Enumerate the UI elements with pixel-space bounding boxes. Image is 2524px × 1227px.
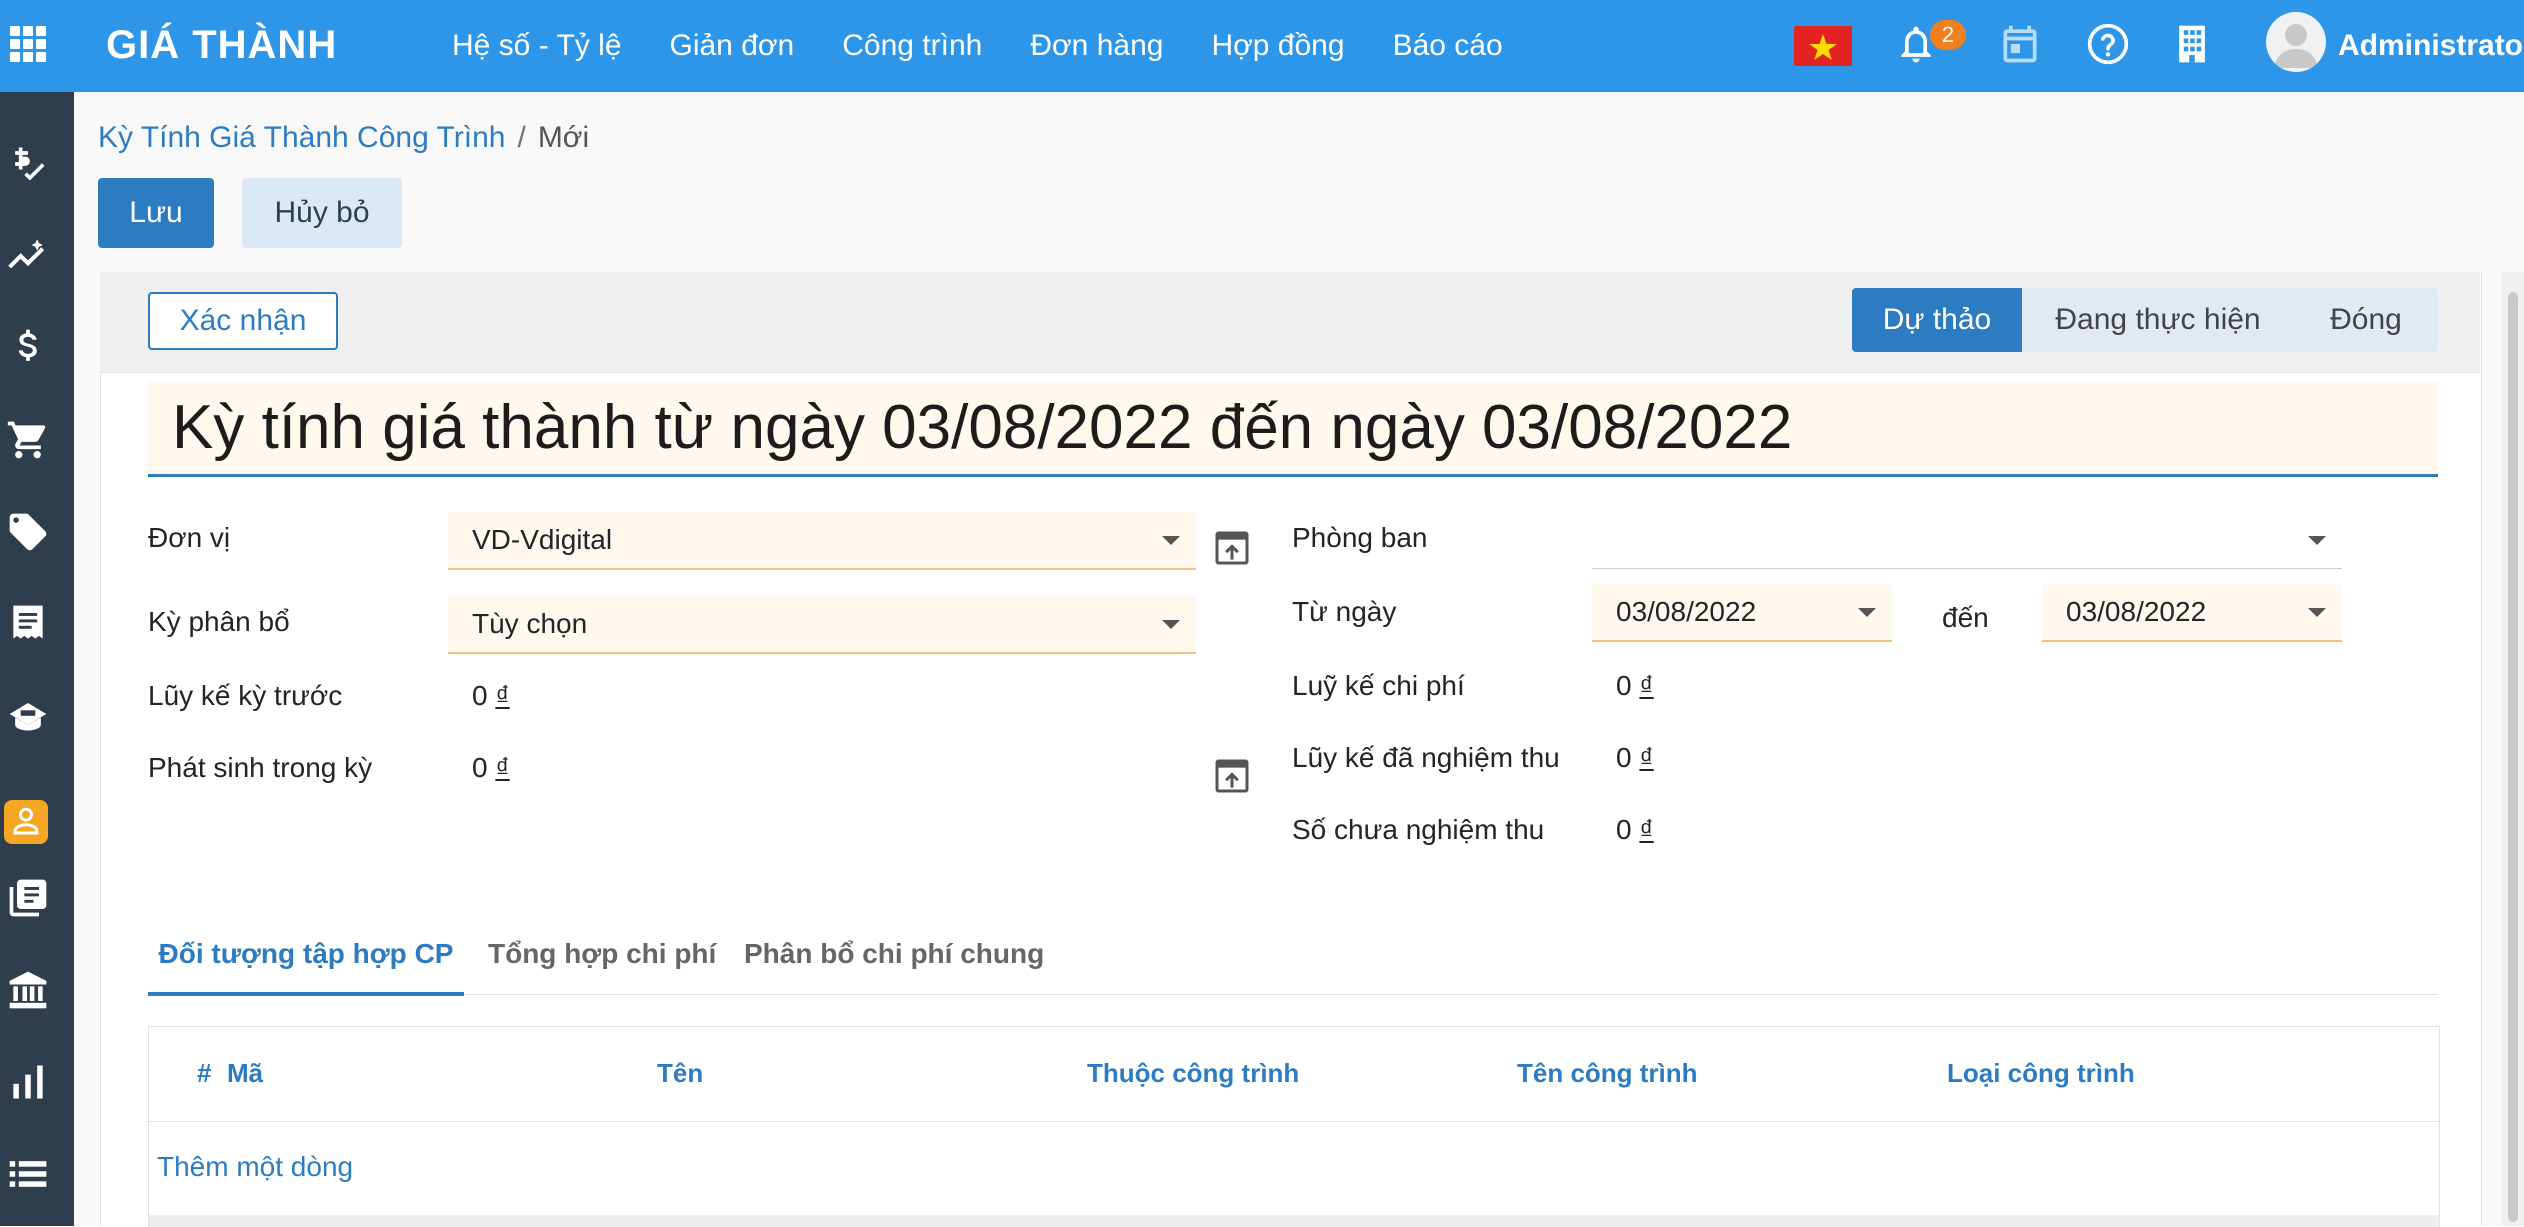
accepted-cumulative-value: 0 ₫ (1616, 738, 1654, 778)
top-navbar: GIÁ THÀNH Hệ số - Tỷ lệ Giản đơn Công tr… (0, 0, 2524, 92)
tag-icon[interactable] (6, 510, 50, 554)
currency-symbol: ₫ (1639, 742, 1654, 773)
not-accepted-amount: 0 (1616, 814, 1632, 845)
costing-icon[interactable] (4, 800, 48, 844)
book-icon[interactable] (6, 876, 50, 920)
cart-icon[interactable] (6, 418, 50, 462)
payroll-icon[interactable] (6, 692, 50, 736)
currency-symbol: ₫ (1639, 814, 1654, 845)
menu-item-don-hang[interactable]: Đơn hàng (1030, 22, 1163, 70)
form-title: Kỳ tính giá thành từ ngày 03/08/2022 đến… (172, 393, 1793, 462)
main-menu: Hệ số - Tỷ lệ Giản đơn Công trình Đơn hà… (452, 22, 1551, 70)
user-name[interactable]: Administrator (2338, 24, 2524, 68)
column-header-index: # (197, 1058, 212, 1088)
scrollbar-thumb[interactable] (2508, 292, 2518, 1222)
apps-icon[interactable] (10, 26, 46, 62)
bar-chart-icon[interactable] (6, 1060, 50, 1104)
chevron-down-icon (1162, 620, 1180, 629)
currency-symbol: ₫ (495, 680, 510, 711)
tab-overhead-allocation[interactable]: Phân bổ chi phí chung (744, 926, 1044, 992)
column-header-code[interactable]: Mã (227, 1053, 263, 1093)
table-footer (149, 1215, 2439, 1227)
cost-cumulative-value: 0 ₫ (1616, 666, 1654, 706)
accepted-cumulative-label: Lũy kế đã nghiệm thu (1292, 742, 1560, 773)
in-period-label: Phát sinh trong kỳ (148, 752, 373, 783)
external-link-icon[interactable] (1212, 756, 1252, 796)
left-sidebar (0, 92, 74, 1226)
discard-button[interactable]: Hủy bỏ (242, 178, 402, 248)
chevron-down-icon (2308, 608, 2326, 617)
tab-cost-objects[interactable]: Đối tượng tập hợp CP (148, 926, 464, 996)
in-period-amount: 0 (472, 752, 488, 783)
prev-cumulative-value: 0 ₫ (472, 676, 510, 716)
prev-cumulative-label: Lũy kế kỳ trước (148, 680, 343, 711)
unit-value: VD-Vdigital (472, 524, 613, 555)
avatar[interactable] (2266, 12, 2326, 72)
bank-icon[interactable] (6, 968, 50, 1012)
invoice-icon[interactable] (6, 602, 50, 646)
menu-item-he-so-ty-le[interactable]: Hệ số - Tỷ lệ (452, 22, 622, 70)
to-date-input[interactable]: 03/08/2022 (2042, 584, 2342, 642)
in-period-value: 0 ₫ (472, 748, 510, 788)
breadcrumb-separator: / (517, 121, 526, 154)
accepted-cumulative-amount: 0 (1616, 742, 1632, 773)
cost-cumulative-label: Luỹ kế chi phí (1292, 670, 1465, 701)
allocation-period-select[interactable]: Tùy chọn (448, 596, 1196, 654)
breadcrumb-parent[interactable]: Kỳ Tính Giá Thành Công Trình (98, 121, 505, 154)
not-accepted-value: 0 ₫ (1616, 810, 1654, 850)
from-date-value: 03/08/2022 (1616, 596, 1757, 627)
building-icon[interactable] (2170, 22, 2214, 66)
calendar-icon[interactable] (1998, 22, 2042, 66)
menu-item-bao-cao[interactable]: Báo cáo (1393, 22, 1503, 70)
breadcrumb-current: Mới (537, 121, 590, 154)
tab-cost-summary[interactable]: Tổng hợp chi phí (488, 926, 716, 992)
accounting-check-icon[interactable] (6, 142, 50, 186)
table-header: # Mã Tên Thuộc công trình Tên công trình… (149, 1027, 2439, 1122)
help-icon[interactable] (2086, 22, 2130, 66)
menu-item-cong-trinh[interactable]: Công trình (842, 22, 982, 70)
notification-badge: 2 (1930, 20, 1966, 50)
stage-in-progress[interactable]: Đang thực hiện (2022, 288, 2294, 352)
confirm-button[interactable]: Xác nhận (148, 292, 338, 350)
trend-chart-icon[interactable] (6, 234, 50, 278)
title-field[interactable]: Kỳ tính giá thành từ ngày 03/08/2022 đến… (148, 382, 2438, 477)
menu-item-hop-dong[interactable]: Hợp đồng (1211, 22, 1344, 70)
from-date-label: Từ ngày (1292, 596, 1397, 627)
notebook-tabs: Đối tượng tập hợp CP Tổng hợp chi phí Ph… (148, 926, 2438, 996)
unit-select[interactable]: VD-Vdigital (448, 512, 1196, 570)
add-line-link[interactable]: Thêm một dòng (157, 1147, 353, 1187)
save-button[interactable]: Lưu (98, 178, 214, 248)
to-date-label: đến (1942, 602, 1989, 633)
allocation-period-label: Kỳ phân bổ (148, 606, 290, 637)
prev-cumulative-amount: 0 (472, 680, 488, 711)
cost-objects-table: # Mã Tên Thuộc công trình Tên công trình… (148, 1026, 2440, 1227)
stage-draft[interactable]: Dự thảo (1852, 288, 2022, 352)
chevron-down-icon (2308, 536, 2326, 545)
column-header-project-type[interactable]: Loại công trình (1947, 1053, 2135, 1093)
stage-closed[interactable]: Đóng (2294, 288, 2438, 352)
chevron-down-icon (1858, 608, 1876, 617)
department-select[interactable] (1592, 512, 2342, 569)
from-date-input[interactable]: 03/08/2022 (1592, 584, 1892, 642)
cost-cumulative-amount: 0 (1616, 670, 1632, 701)
list-icon[interactable] (6, 1152, 50, 1196)
not-accepted-label: Số chưa nghiệm thu (1292, 814, 1545, 845)
department-label: Phòng ban (1292, 522, 1428, 553)
column-header-project-code[interactable]: Thuộc công trình (1087, 1053, 1299, 1093)
breadcrumb: Kỳ Tính Giá Thành Công Trình / Mới (98, 112, 589, 164)
currency-symbol: ₫ (495, 752, 510, 783)
column-header-name[interactable]: Tên (657, 1053, 703, 1093)
app-brand[interactable]: GIÁ THÀNH (106, 20, 337, 70)
external-link-icon[interactable] (1212, 528, 1252, 568)
dollar-icon[interactable] (6, 326, 50, 370)
chevron-down-icon (1162, 536, 1180, 545)
to-date-value: 03/08/2022 (2066, 596, 2207, 627)
menu-item-gian-don[interactable]: Giản đơn (670, 22, 795, 70)
vietnam-flag-icon[interactable] (1794, 26, 1852, 66)
column-header-project-name[interactable]: Tên công trình (1517, 1053, 1698, 1093)
unit-label: Đơn vị (148, 522, 231, 553)
currency-symbol: ₫ (1639, 670, 1654, 701)
allocation-period-value: Tùy chọn (472, 608, 588, 639)
